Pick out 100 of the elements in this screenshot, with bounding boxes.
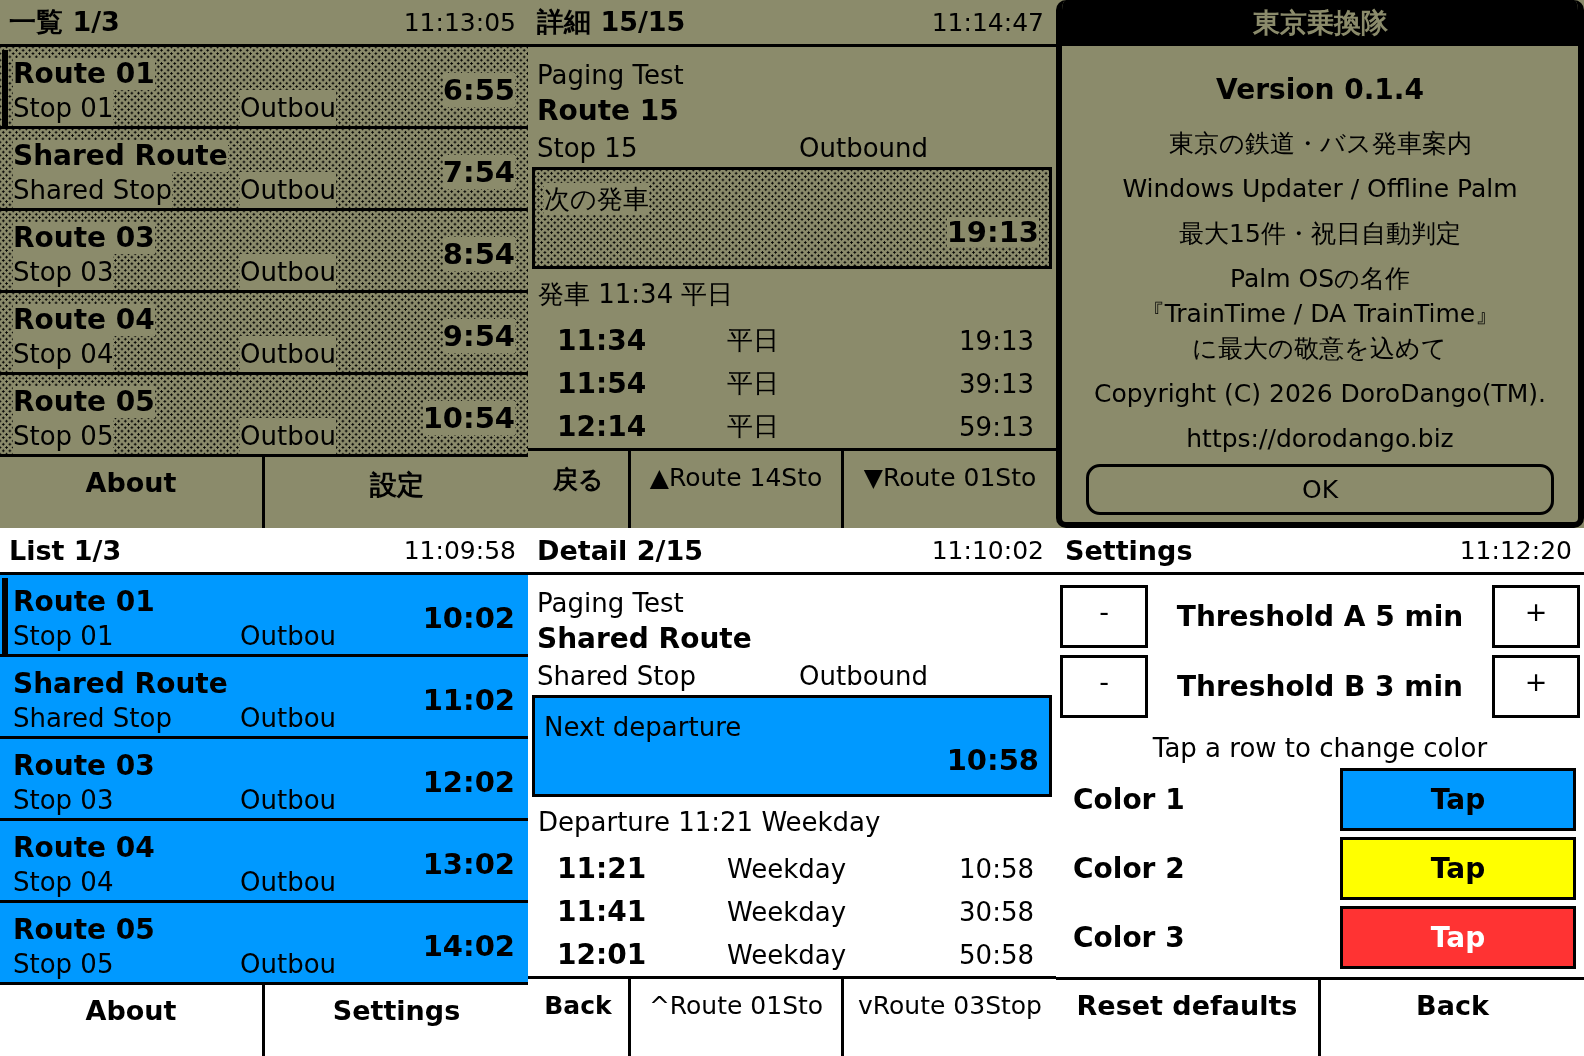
about-text: Palm OSの名作 『TrainTime / DA TrainTime』 に最大の敬意を込めて (1139, 263, 1501, 365)
next-departure-label: 次の発車 (544, 183, 649, 215)
plus-button[interactable]: + (1492, 655, 1580, 718)
departure-time: 12:14 (557, 410, 648, 443)
direction-text: Outbou (240, 172, 337, 208)
stop-name: Shared Stop (13, 172, 172, 208)
next-departure-time: 19:13 (946, 217, 1039, 247)
stop-name: Stop 05 (13, 948, 114, 981)
clock-text: 11:09:58 (403, 535, 516, 565)
countdown-time: 30:58 (959, 896, 1034, 927)
stop-name: Stop 03 (13, 784, 114, 817)
route-name: Route 15 (536, 93, 680, 129)
route-name: Route 03 (13, 750, 155, 782)
route-row[interactable]: Route 03 Stop 03 Outbou 12:02 (0, 739, 528, 821)
swatch-button[interactable]: Tap (1340, 837, 1576, 900)
about-text: Copyright (C) 2026 DoroDango(TM). (1094, 378, 1546, 410)
stop-name: Shared Stop (13, 702, 172, 735)
route-row[interactable]: Route 04 Stop 04 Outbou 9:54 (0, 293, 528, 375)
direction-text: Outbou (240, 702, 337, 735)
route-row[interactable]: Route 03 Stop 03 Outbou 8:54 (0, 211, 528, 293)
stop-name: Stop 04 (13, 866, 114, 899)
screen-title: 詳細 15/15 (537, 5, 686, 39)
route-name: Route 04 (13, 304, 155, 336)
threshold-label: Threshold A 5 min (1175, 600, 1465, 633)
departure-time: 10:02 (422, 600, 515, 635)
departure-time: 10:54 (422, 400, 515, 435)
day-type: 平日 (727, 410, 780, 443)
departure-time: 14:02 (422, 928, 515, 963)
direction-text: Outbound (799, 132, 929, 165)
departure-time: 11:21 (557, 852, 648, 885)
direction-text: Outbou (240, 418, 337, 454)
threshold-label: Threshold B 3 min (1175, 670, 1465, 703)
route-name: Route 04 (13, 832, 155, 864)
day-type: 平日 (727, 324, 780, 357)
direction-text: Outbou (240, 620, 337, 653)
route-row[interactable]: Route 01 Stop 01 Outbou 6:55 (0, 47, 528, 129)
departure-time: 12:02 (422, 764, 515, 799)
route-name: Route 01 (13, 58, 155, 90)
swatch-button[interactable]: Tap (1340, 768, 1576, 831)
departure-time: 13:02 (422, 846, 515, 881)
screen-title: Settings (1065, 534, 1193, 566)
color-label: Color 1 (1072, 783, 1186, 816)
plus-button[interactable]: + (1492, 585, 1580, 648)
clock-text: 11:13:05 (403, 7, 516, 37)
countdown-time: 39:13 (959, 368, 1034, 399)
next-departure-time: 10:58 (946, 745, 1039, 775)
stop-name: Stop 15 (537, 132, 639, 165)
route-name: Shared Route (13, 668, 228, 700)
departure-summary: 発車 11:34 平日 (537, 278, 735, 311)
stop-name: Stop 01 (13, 90, 114, 126)
departure-time: 11:02 (422, 682, 515, 717)
screen-title: 一覧 1/3 (9, 5, 120, 39)
direction-text: Outbou (240, 784, 337, 817)
route-row[interactable]: Route 01 Stop 01 Outbou 10:02 (0, 575, 528, 657)
stop-name: Stop 03 (13, 254, 114, 290)
countdown-time: 10:58 (959, 853, 1034, 884)
route-row[interactable]: Route 05 Stop 05 Outbou 14:02 (0, 903, 528, 985)
route-name: Route 01 (13, 586, 155, 618)
version-text: Version 0.1.4 (1216, 72, 1424, 108)
departure-time: 9:54 (442, 318, 515, 353)
departure-summary: Departure 11:21 Weekday (537, 806, 882, 839)
ok-button[interactable]: OK (1086, 464, 1554, 515)
about-text: Windows Updater / Offline Palm (1122, 173, 1518, 205)
clock-text: 11:12:20 (1459, 535, 1572, 565)
about-text: 東京の鉄道・バス発車案内 (1168, 128, 1472, 160)
clock-text: 11:10:02 (931, 535, 1044, 565)
departure-time: 11:54 (557, 367, 648, 400)
next-departure-label: Next departure (544, 711, 742, 743)
direction-text: Outbou (240, 336, 337, 372)
minus-button[interactable]: - (1060, 585, 1148, 648)
screen-title: Detail 2/15 (537, 534, 703, 566)
line-name: Paging Test (536, 59, 685, 92)
countdown-time: 59:13 (959, 411, 1034, 442)
day-type: Weekday (727, 853, 848, 884)
stop-name: Shared Stop (537, 660, 697, 693)
dialog-title: 東京乗換隊 (1062, 0, 1578, 46)
countdown-time: 19:13 (959, 325, 1034, 356)
screen-title: List 1/3 (9, 534, 122, 566)
route-row[interactable]: Route 05 Stop 05 Outbou 10:54 (0, 375, 528, 457)
direction-text: Outbou (240, 90, 337, 126)
clock-text: 11:14:47 (931, 7, 1044, 37)
departure-time: 8:54 (442, 236, 515, 271)
route-name: Route 03 (13, 222, 155, 254)
direction-text: Outbound (799, 660, 929, 693)
stop-name: Stop 04 (13, 336, 114, 372)
swatch-button[interactable]: Tap (1340, 906, 1576, 969)
minus-button[interactable]: - (1060, 655, 1148, 718)
day-type: 平日 (727, 367, 780, 400)
direction-text: Outbou (240, 254, 337, 290)
route-row[interactable]: Route 04 Stop 04 Outbou 13:02 (0, 821, 528, 903)
stop-name: Stop 01 (13, 620, 114, 653)
route-name: Shared Route (13, 140, 228, 172)
hint-text: Tap a row to change color (1151, 732, 1489, 764)
color-label: Color 2 (1072, 852, 1186, 885)
departure-time: 11:41 (557, 895, 648, 928)
route-name: Route 05 (13, 914, 155, 946)
route-row[interactable]: Shared Route Shared Stop Outbou 7:54 (0, 129, 528, 211)
about-text: https://dorodango.biz (1186, 423, 1454, 455)
departure-time: 7:54 (442, 154, 515, 189)
route-row[interactable]: Shared Route Shared Stop Outbou 11:02 (0, 657, 528, 739)
